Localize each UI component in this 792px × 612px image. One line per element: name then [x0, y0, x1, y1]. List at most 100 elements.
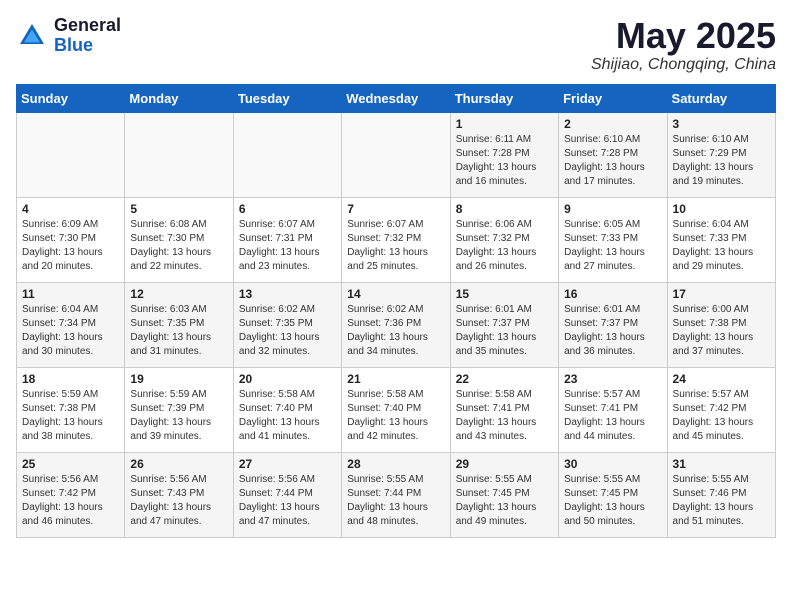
calendar-cell: 29 Sunrise: 5:55 AM Sunset: 7:45 PM Dayli… [450, 452, 558, 537]
weekday-header-monday: Monday [125, 84, 233, 112]
day-info: Sunrise: 6:04 AM Sunset: 7:33 PM Dayligh… [673, 218, 770, 274]
day-number: 1 [456, 117, 553, 131]
day-number: 12 [130, 287, 227, 301]
calendar-cell: 15Sunrise: 6:01 AM Sunset: 7:37 PM Dayli… [450, 282, 558, 367]
calendar-cell: 13 Sunrise: 6:02 AM Sunset: 7:35 PM Dayli… [233, 282, 341, 367]
day-number: 13 [239, 287, 336, 301]
day-info: Sunrise: 6:06 AM Sunset: 7:32 PM Dayligh… [456, 218, 553, 274]
logo: General Blue [16, 16, 121, 56]
weekday-header-saturday: Saturday [667, 84, 775, 112]
day-number: 6 [239, 202, 336, 216]
day-info: Sunrise: 6:05 AM Sunset: 7:33 PM Dayligh… [564, 218, 661, 274]
day-info: Sunrise: 5:56 AM Sunset: 7:42 PM Dayligh… [22, 473, 119, 529]
day-info: Sunrise: 6:10 AM Sunset: 7:29 PM Dayligh… [673, 133, 770, 189]
calendar-week-3: 11 Sunrise: 6:04 AM Sunset: 7:34 PM Dayli… [17, 282, 776, 367]
day-number: 25 [22, 457, 119, 471]
day-info: Sunrise: 5:59 AM Sunset: 7:39 PM Dayligh… [130, 388, 227, 444]
calendar-cell: 22 Sunrise: 5:58 AM Sunset: 7:41 PM Dayli… [450, 367, 558, 452]
day-number: 8 [456, 202, 553, 216]
logo-icon [16, 20, 48, 52]
calendar-cell: 4Sunrise: 6:09 AM Sunset: 7:30 PM Daylig… [17, 197, 125, 282]
calendar-week-1: 1 Sunrise: 6:11 AM Sunset: 7:28 PM Daylig… [17, 112, 776, 197]
day-info: Sunrise: 5:55 AM Sunset: 7:45 PM Dayligh… [456, 473, 553, 529]
calendar-cell: 16Sunrise: 6:01 AM Sunset: 7:37 PM Dayli… [559, 282, 667, 367]
day-info: Sunrise: 5:58 AM Sunset: 7:40 PM Dayligh… [347, 388, 444, 444]
day-info: Sunrise: 6:03 AM Sunset: 7:35 PM Dayligh… [130, 303, 227, 359]
logo-general: General [54, 16, 121, 36]
day-number: 16 [564, 287, 661, 301]
calendar-cell: 8 Sunrise: 6:06 AM Sunset: 7:32 PM Daylig… [450, 197, 558, 282]
calendar-week-4: 18 Sunrise: 5:59 AM Sunset: 7:38 PM Dayli… [17, 367, 776, 452]
calendar-week-2: 4Sunrise: 6:09 AM Sunset: 7:30 PM Daylig… [17, 197, 776, 282]
day-info: Sunrise: 5:56 AM Sunset: 7:43 PM Dayligh… [130, 473, 227, 529]
day-number: 30 [564, 457, 661, 471]
day-number: 31 [673, 457, 770, 471]
day-info: Sunrise: 5:57 AM Sunset: 7:41 PM Dayligh… [564, 388, 661, 444]
day-info: Sunrise: 5:59 AM Sunset: 7:38 PM Dayligh… [22, 388, 119, 444]
day-number: 22 [456, 372, 553, 386]
day-number: 14 [347, 287, 444, 301]
day-number: 10 [673, 202, 770, 216]
day-info: Sunrise: 6:02 AM Sunset: 7:35 PM Dayligh… [239, 303, 336, 359]
day-info: Sunrise: 5:56 AM Sunset: 7:44 PM Dayligh… [239, 473, 336, 529]
day-number: 23 [564, 372, 661, 386]
calendar-cell: 11 Sunrise: 6:04 AM Sunset: 7:34 PM Dayli… [17, 282, 125, 367]
calendar-cell: 5 Sunrise: 6:08 AM Sunset: 7:30 PM Daylig… [125, 197, 233, 282]
day-info: Sunrise: 5:55 AM Sunset: 7:45 PM Dayligh… [564, 473, 661, 529]
day-info: Sunrise: 6:02 AM Sunset: 7:36 PM Dayligh… [347, 303, 444, 359]
calendar-cell: 23 Sunrise: 5:57 AM Sunset: 7:41 PM Dayli… [559, 367, 667, 452]
calendar-cell [233, 112, 341, 197]
day-info: Sunrise: 5:57 AM Sunset: 7:42 PM Dayligh… [673, 388, 770, 444]
day-number: 29 [456, 457, 553, 471]
day-number: 18 [22, 372, 119, 386]
day-number: 11 [22, 287, 119, 301]
day-number: 9 [564, 202, 661, 216]
day-info: Sunrise: 6:04 AM Sunset: 7:34 PM Dayligh… [22, 303, 119, 359]
day-info: Sunrise: 6:08 AM Sunset: 7:30 PM Dayligh… [130, 218, 227, 274]
day-info: Sunrise: 6:07 AM Sunset: 7:31 PM Dayligh… [239, 218, 336, 274]
logo-text: General Blue [54, 16, 121, 56]
day-number: 7 [347, 202, 444, 216]
weekday-header-tuesday: Tuesday [233, 84, 341, 112]
calendar-cell: 6 Sunrise: 6:07 AM Sunset: 7:31 PM Daylig… [233, 197, 341, 282]
calendar-cell: 10 Sunrise: 6:04 AM Sunset: 7:33 PM Dayli… [667, 197, 775, 282]
calendar-cell [342, 112, 450, 197]
day-info: Sunrise: 6:00 AM Sunset: 7:38 PM Dayligh… [673, 303, 770, 359]
day-number: 27 [239, 457, 336, 471]
calendar-cell [125, 112, 233, 197]
calendar-cell: 26 Sunrise: 5:56 AM Sunset: 7:43 PM Dayli… [125, 452, 233, 537]
weekday-header-wednesday: Wednesday [342, 84, 450, 112]
calendar-cell: 27 Sunrise: 5:56 AM Sunset: 7:44 PM Dayli… [233, 452, 341, 537]
day-number: 3 [673, 117, 770, 131]
calendar-cell: 28 Sunrise: 5:55 AM Sunset: 7:44 PM Dayli… [342, 452, 450, 537]
calendar-cell: 3 Sunrise: 6:10 AM Sunset: 7:29 PM Daylig… [667, 112, 775, 197]
calendar-cell: 7 Sunrise: 6:07 AM Sunset: 7:32 PM Daylig… [342, 197, 450, 282]
weekday-header-friday: Friday [559, 84, 667, 112]
calendar-cell: 14 Sunrise: 6:02 AM Sunset: 7:36 PM Dayli… [342, 282, 450, 367]
day-info: Sunrise: 6:11 AM Sunset: 7:28 PM Dayligh… [456, 133, 553, 189]
day-number: 24 [673, 372, 770, 386]
calendar-table: SundayMondayTuesdayWednesdayThursdayFrid… [16, 84, 776, 538]
day-info: Sunrise: 6:07 AM Sunset: 7:32 PM Dayligh… [347, 218, 444, 274]
day-number: 5 [130, 202, 227, 216]
day-info: Sunrise: 5:58 AM Sunset: 7:41 PM Dayligh… [456, 388, 553, 444]
day-number: 21 [347, 372, 444, 386]
day-number: 20 [239, 372, 336, 386]
title-block: May 2025 Shijiao, Chongqing, China [591, 16, 776, 74]
location-title: Shijiao, Chongqing, China [591, 56, 776, 74]
calendar-cell: 20Sunrise: 5:58 AM Sunset: 7:40 PM Dayli… [233, 367, 341, 452]
day-number: 4 [22, 202, 119, 216]
calendar-cell: 19 Sunrise: 5:59 AM Sunset: 7:39 PM Dayli… [125, 367, 233, 452]
month-title: May 2025 [591, 16, 776, 56]
day-number: 26 [130, 457, 227, 471]
day-info: Sunrise: 5:55 AM Sunset: 7:44 PM Dayligh… [347, 473, 444, 529]
calendar-cell: 31Sunrise: 5:55 AM Sunset: 7:46 PM Dayli… [667, 452, 775, 537]
calendar-cell [17, 112, 125, 197]
day-info: Sunrise: 6:01 AM Sunset: 7:37 PM Dayligh… [456, 303, 553, 359]
calendar-cell: 24 Sunrise: 5:57 AM Sunset: 7:42 PM Dayli… [667, 367, 775, 452]
day-number: 19 [130, 372, 227, 386]
page-header: General Blue May 2025 Shijiao, Chongqing… [16, 16, 776, 74]
day-number: 28 [347, 457, 444, 471]
weekday-header-sunday: Sunday [17, 84, 125, 112]
calendar-week-5: 25 Sunrise: 5:56 AM Sunset: 7:42 PM Dayli… [17, 452, 776, 537]
